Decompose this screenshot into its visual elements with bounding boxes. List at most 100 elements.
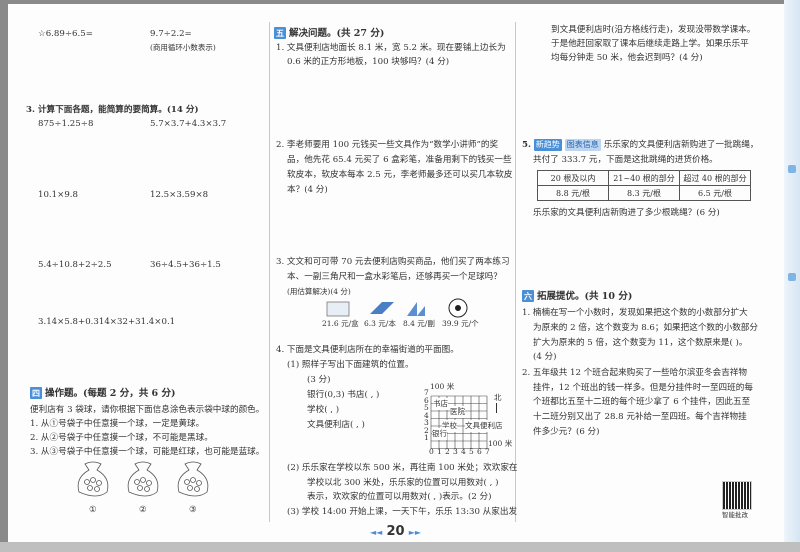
problem-text: 学校以北 300 米处，乐乐家的位置可以用数对( , ) <box>307 478 499 488</box>
edge-tab-icon <box>788 273 796 281</box>
qr-code-icon[interactable] <box>722 481 752 510</box>
qr-label: 智能批改 <box>722 511 748 519</box>
watercolor-box-icon <box>326 301 350 317</box>
problem-text: (1) 照样子写出下面建筑的位置。 <box>287 360 414 370</box>
problem-text: 1. 文具便利店地面长 8.1 米，宽 5.2 米。现在要铺上边长为 <box>276 43 506 53</box>
problem-text: 本？(4 分) <box>287 185 328 195</box>
answer-blank[interactable]: 扩大为原来的 5 倍，这个数变为 11，这个数原来是( )。 <box>533 337 748 349</box>
problem-text: 件多少元？(6 分) <box>533 427 600 437</box>
problem-text: (4 分) <box>533 352 557 362</box>
problem-text: 3. 文文和可可带 70 元去便利店购买商品，他们买了两本练习 <box>276 257 510 267</box>
section-title: 解决问题。(共 27 分) <box>289 28 385 39</box>
calc-item: 3.14×5.8+0.314×32+31.4×0.1 <box>38 317 176 327</box>
calc-note: (商用循环小数表示) <box>150 43 216 52</box>
x-tick-label: 7 <box>485 447 490 456</box>
section-title: 操作题。(每题 2 分，共 6 分) <box>45 388 176 399</box>
problem-text: 共付了 333.7 元，下面是这批跳绳的进货价格。 <box>533 155 718 165</box>
q5-line: 5. 新趋势 图表信息 乐乐家的文具便利店新购进了一批跳绳， <box>522 139 759 151</box>
x-tick-label: 6 <box>477 447 482 456</box>
prev-arrows-icon: ◄◄ <box>370 528 383 537</box>
price-label: 21.6 元/盒 <box>322 319 359 328</box>
price-label: 39.9 元/个 <box>442 319 479 328</box>
problem-text: 乐乐家的文具便利店新购进了多少根跳绳？(6 分) <box>533 208 720 218</box>
section-6-header: 六拓展提优。(共 10 分) <box>522 290 632 303</box>
problem-text: 到文具便利店时(沿方格线行走)，发现没带数学课本。 <box>551 25 756 35</box>
bag-label: ② <box>139 505 147 515</box>
chart-info-badge: 图表信息 <box>564 139 601 151</box>
bottom-edge <box>0 542 800 552</box>
table-cell: 6.5 元/根 <box>679 185 751 201</box>
bag-label: ① <box>89 505 97 515</box>
problem-text: 4. 下面是文具便利店所在的幸福街道的平面图。 <box>276 345 459 355</box>
map-label: 医院 <box>450 406 465 418</box>
problem-text: 表示，欢欢家的位置可以用数对( , )表示。(2 分) <box>307 492 492 502</box>
price-label: 6.3 元/本 <box>364 319 396 328</box>
section-number: 五 <box>274 27 286 39</box>
section-5-header: 五解决问题。(共 27 分) <box>274 27 384 40</box>
problem-text: 1. 楠楠在写一个小数时，发现如果把这个数的小数部分扩大 <box>522 308 748 318</box>
problem-text: 十二班分别又出了 28.8 元补给一至四班。每个吉祥物挂 <box>533 412 747 422</box>
section-number: 六 <box>522 290 534 302</box>
problem-text: 个班都比五至十二班的每个班少拿了 6 个挂件，因此五至 <box>533 397 751 407</box>
map-label: 文具便利店 <box>465 420 503 432</box>
notebook-icon <box>370 302 394 314</box>
bag-icon <box>177 461 209 497</box>
problem-text: (3) 学校 14:00 开始上课，一天下午，乐乐 13:30 从家出发 <box>287 507 518 517</box>
y-tick-label: 7 <box>424 388 429 397</box>
page-number: ◄◄ 20 ►► <box>370 524 421 539</box>
ball-bags-illustration <box>77 461 209 497</box>
edge-tab-icon <box>788 165 796 173</box>
price-table: 20 根及以内 21~40 根的部分 超过 40 根的部分 8.8 元/根 8.3 元… <box>537 170 751 201</box>
problem-text: 本、一副三角尺和一盒水彩笔后，还够再买一个足球吗？ <box>287 272 502 282</box>
north-arrow-icon <box>496 403 497 413</box>
column-divider <box>515 22 516 522</box>
x-tick-label: 1 <box>437 447 442 456</box>
q3-title: 3. 计算下面各题，能简算的要简算。(14 分) <box>26 105 199 115</box>
problem-text: (3 分) <box>307 375 331 385</box>
problem-text: (2) 乐乐家在学校以东 500 米，再往南 100 米处；欢欢家在 <box>287 463 518 473</box>
map-label: 书店 <box>433 398 448 410</box>
problem-text: 挂件，12 个班出的钱一样多。但是分挂件时一至四班的每 <box>533 383 753 393</box>
scale-label: 100 米 <box>430 382 455 391</box>
x-tick-label: 3 <box>453 447 458 456</box>
task-item: 1. 从①号袋子中任意摸一个球，一定是黄球。 <box>30 419 205 429</box>
answer-blank[interactable]: 学校( , ) <box>307 404 339 416</box>
section-intro: 便利店有 3 袋球，请你根据下面信息涂色表示袋中球的颜色。 <box>30 405 265 415</box>
problem-text: 于是他赶回家取了课本后继续走路上学。如果乐乐平 <box>551 39 749 49</box>
x-tick-label: 4 <box>461 447 466 456</box>
calc-item: ☆6.89÷6.5= <box>38 29 93 39</box>
bag-icon <box>127 461 159 497</box>
calc-item: 9.7÷2.2= <box>150 29 192 39</box>
section-title: 拓展提优。(共 10 分) <box>537 291 633 302</box>
table-header: 20 根及以内 <box>537 170 609 186</box>
problem-text: 2. 五年级共 12 个班合起来购买了一些哈尔滨亚冬会吉祥物 <box>522 368 747 378</box>
problem-text: 软皮本，软皮本每本 2.5 元，李老师最多还可以买几本软皮 <box>287 170 513 180</box>
calc-item: 875÷1.25÷8 <box>38 119 94 129</box>
map-label: 银行 <box>432 428 447 440</box>
section-4-header: 四操作题。(每题 2 分，共 6 分) <box>30 387 175 400</box>
triangle-ruler-icon <box>407 302 425 316</box>
trend-badge: 新趋势 <box>533 139 562 151</box>
answer-blank[interactable]: 银行(0,3) 书店( , ) <box>307 389 379 401</box>
task-item: 2. 从②号袋子中任意摸一个球，不可能是黑球。 <box>30 433 213 443</box>
bag-icon <box>77 461 109 497</box>
calc-item: 12.5×3.59×8 <box>150 190 209 200</box>
problem-text: 2. 李老师要用 100 元钱买一些文具作为“数学小讲师”的奖 <box>276 140 499 150</box>
answer-blank[interactable]: 文具便利店( , ) <box>307 419 365 431</box>
calc-item: 36÷4.5+36÷1.5 <box>150 260 221 270</box>
price-label: 8.4 元/副 <box>403 319 435 328</box>
calc-item: 5.4÷10.8+2÷2.5 <box>38 260 112 270</box>
calc-item: 10.1×9.8 <box>38 190 79 200</box>
x-tick-label: 2 <box>445 447 450 456</box>
problem-text: (用估算解决)(4 分) <box>287 287 351 296</box>
table-header: 超过 40 根的部分 <box>679 170 751 186</box>
bag-label: ③ <box>189 505 197 515</box>
task-item: 3. 从③号袋子中任意摸一个球，可能是红球，也可能是蓝球。 <box>30 447 265 457</box>
table-header: 21~40 根的部分 <box>608 170 680 186</box>
calc-item: 5.7×3.7+4.3×3.7 <box>150 119 227 129</box>
problem-text: 品，他先花 65.4 元买了 6 盒彩笔，准备用剩下的钱买一些 <box>287 155 512 165</box>
scale-label: 100 米 <box>488 439 513 448</box>
section-number: 四 <box>30 387 42 399</box>
x-tick-label: 5 <box>469 447 474 456</box>
table-cell: 8.8 元/根 <box>537 185 609 201</box>
